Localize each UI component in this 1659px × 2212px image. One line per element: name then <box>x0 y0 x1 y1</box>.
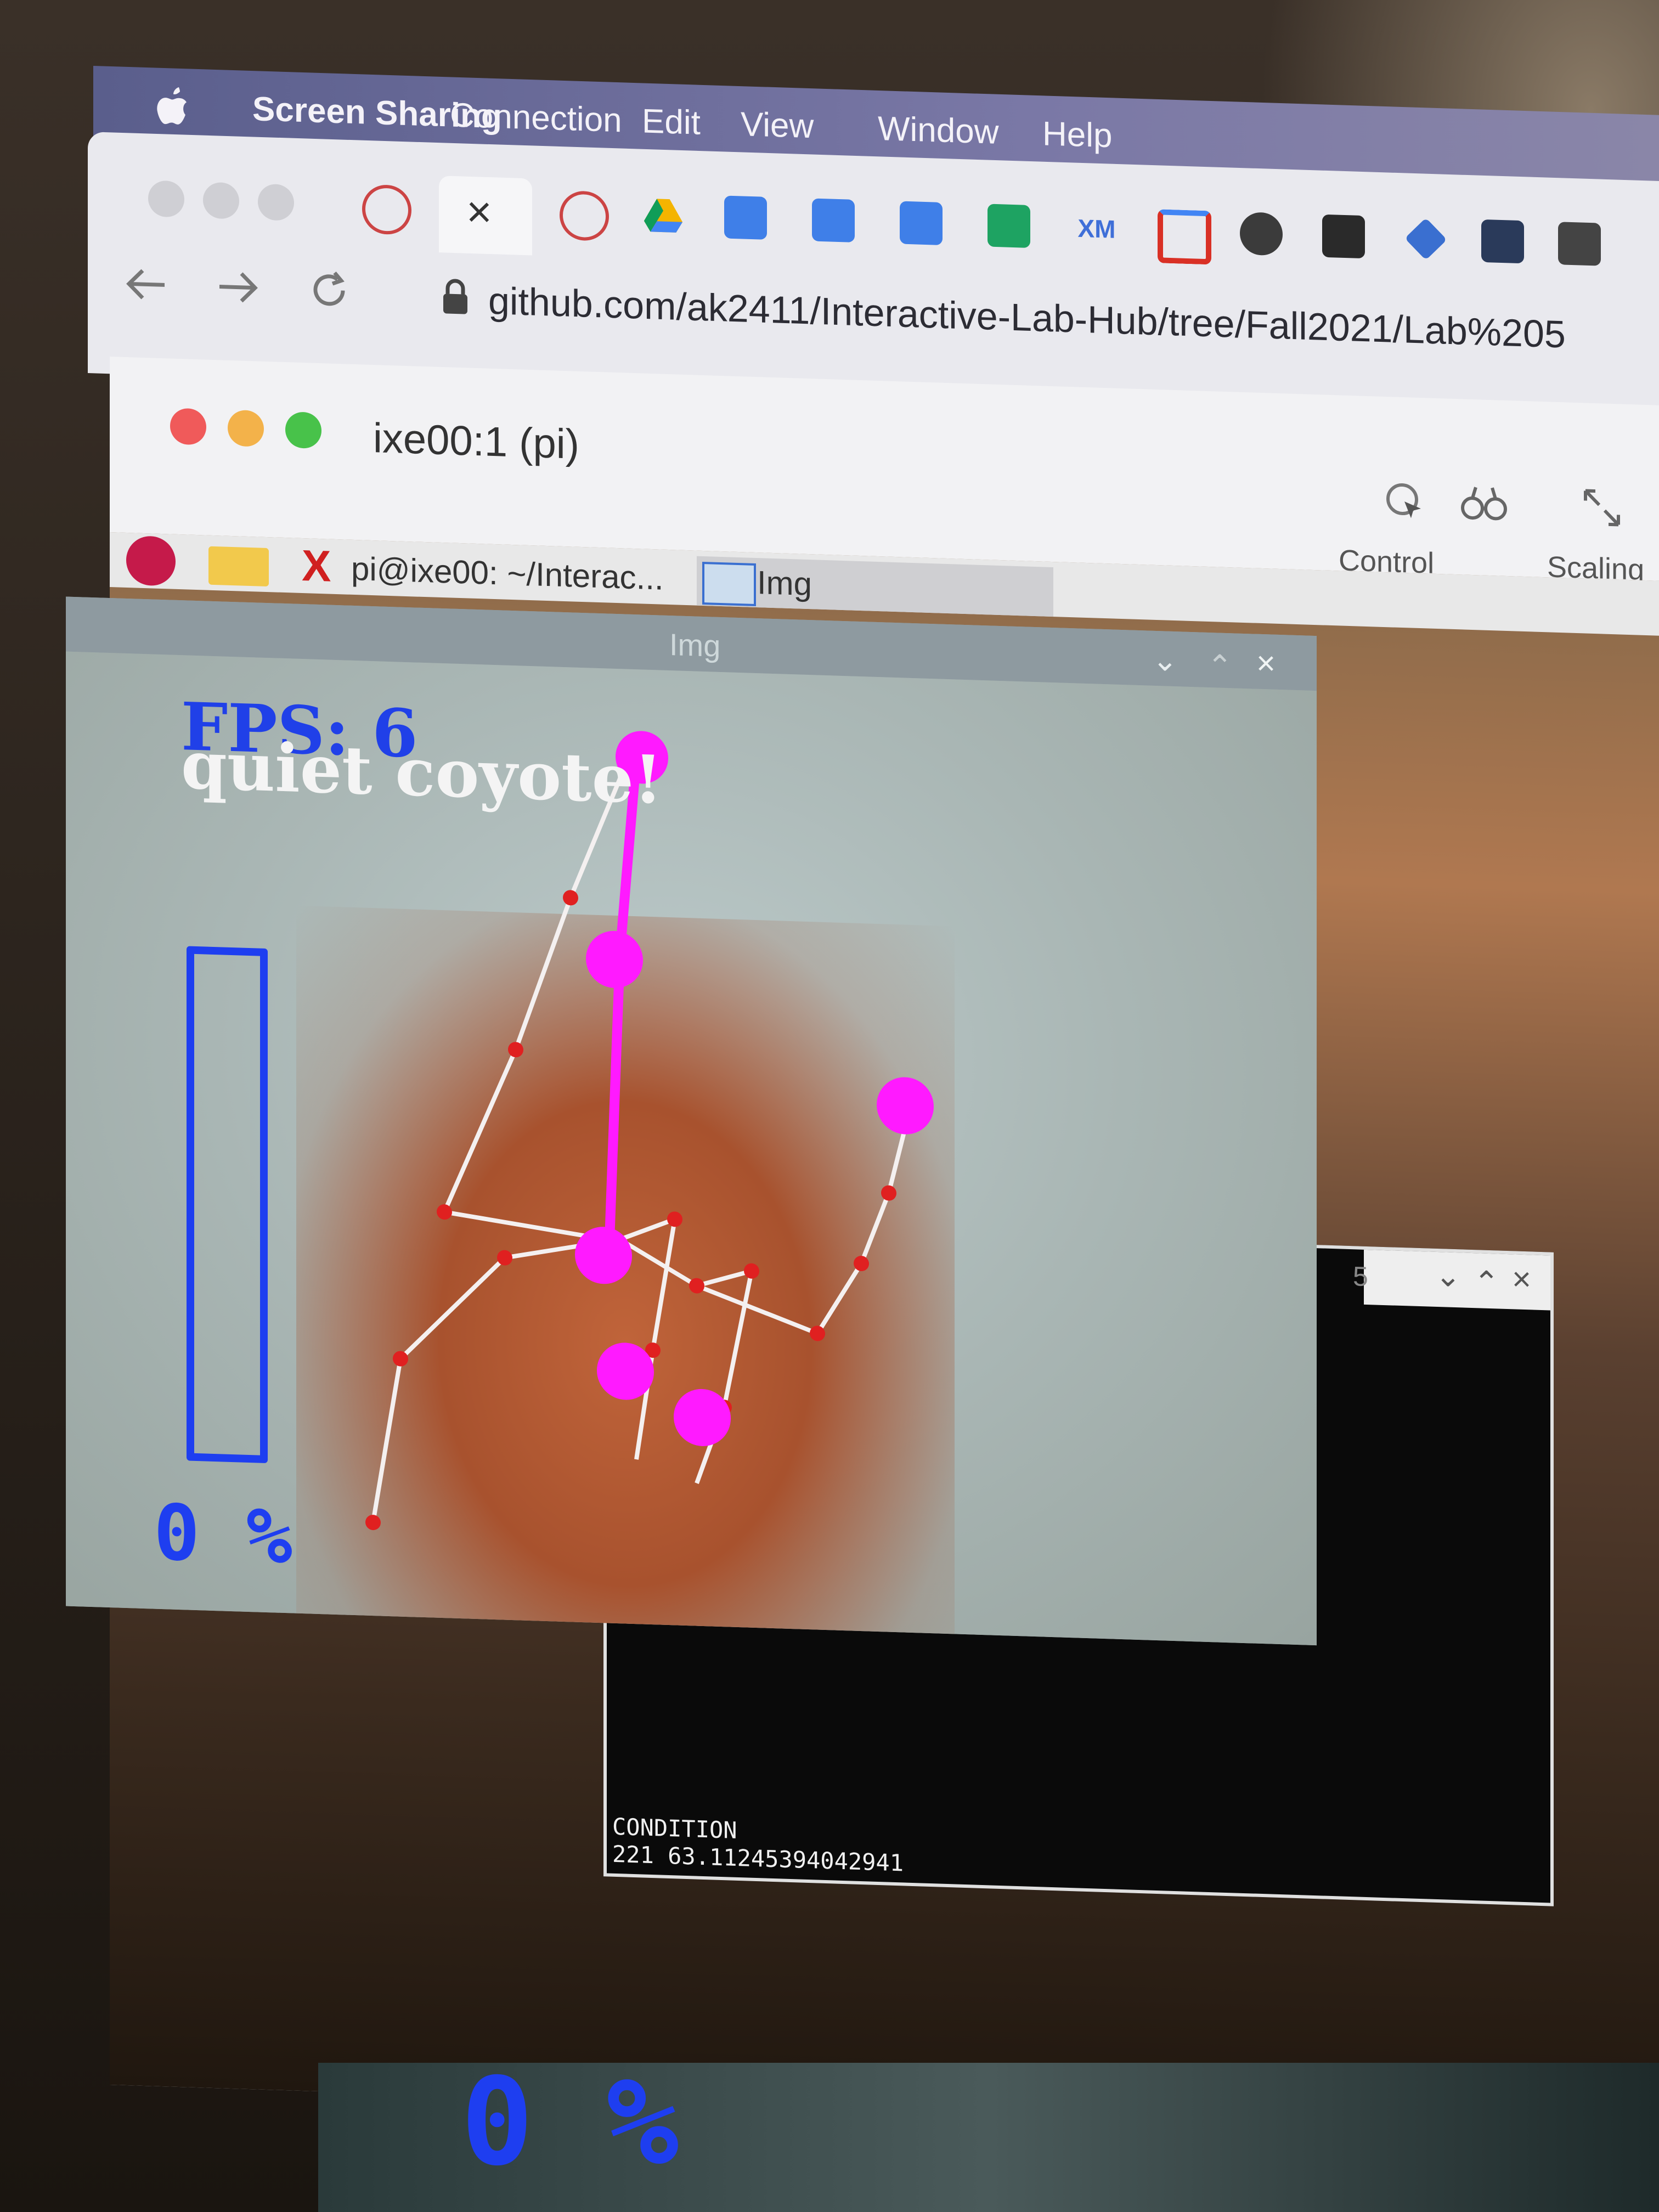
taskbar-terminal-item[interactable]: pi@ixe00: ~/Interac... <box>351 550 664 597</box>
chevron-up-icon[interactable]: ⌃ <box>1207 648 1233 685</box>
close-icon[interactable]: × <box>1512 1260 1531 1298</box>
img-window-title: Img <box>669 627 721 663</box>
address-bar[interactable]: github.com/ak2411/Interactive-Lab-Hub/tr… <box>395 254 1659 377</box>
pocket-icon[interactable] <box>362 184 411 235</box>
browser-minimize-dot[interactable] <box>203 182 239 219</box>
google-docs-icon[interactable] <box>900 201 943 245</box>
tab-active[interactable]: × <box>439 176 532 256</box>
folder-icon[interactable] <box>208 546 269 587</box>
volume-percent: 0 % <box>154 1488 292 1582</box>
terminal-titlebar: 5 ⌄ ⌃ × <box>1353 1249 1550 1311</box>
google-docs-icon[interactable] <box>724 195 767 240</box>
vnc-window-title: ixe00:1 (pi) <box>373 415 579 468</box>
binoculars-icon[interactable] <box>1459 481 1509 527</box>
forward-arrow-icon[interactable] <box>214 267 263 307</box>
scaling-arrows-icon[interactable] <box>1580 485 1624 531</box>
app-icon[interactable] <box>1240 211 1283 256</box>
google-docs-icon[interactable] <box>812 198 855 242</box>
raspberry-pi-menu-icon[interactable] <box>126 535 176 586</box>
index-finger-highlight <box>604 757 641 1256</box>
close-icon[interactable]: × <box>466 187 492 238</box>
gmail-icon[interactable] <box>1158 209 1211 265</box>
bottom-volume-percent: 0 % <box>461 2052 679 2192</box>
img-window[interactable]: Img ⌄ ⌃ × FPS: 6 quiet coyote! 0 % <box>66 596 1317 1646</box>
google-sheets-icon[interactable] <box>988 204 1030 248</box>
terminal-line: CONDITION <box>612 1813 737 1844</box>
landmark-skeleton <box>371 777 907 1523</box>
remote-desktop: X pi@ixe00: ~/Interac... Img 5 ⌄ ⌃ × CON… <box>66 532 1659 2134</box>
vnc-zoom-dot[interactable] <box>285 411 321 449</box>
taskbar-img-item[interactable]: Img <box>697 556 1053 617</box>
screen-sharing-window: ixe00:1 (pi) Control Scaling X pi@ixe00:… <box>66 357 1659 2134</box>
menu-edit[interactable]: Edit <box>642 101 701 142</box>
camera-feed: FPS: 6 quiet coyote! 0 % <box>66 651 1317 1646</box>
menu-connection[interactable]: Connection <box>450 95 622 140</box>
menu-help[interactable]: Help <box>1042 114 1113 155</box>
chevron-up-icon[interactable]: ⌃ <box>1474 1264 1499 1301</box>
browser-close-dot[interactable] <box>148 180 184 218</box>
vnc-close-dot[interactable] <box>170 408 206 445</box>
layers-icon[interactable] <box>1404 218 1447 261</box>
vnc-minimize-dot[interactable] <box>228 409 264 447</box>
app-icon[interactable] <box>1322 214 1365 259</box>
browser-zoom-dot[interactable] <box>258 183 294 221</box>
control-pointer-icon[interactable] <box>1383 479 1426 524</box>
close-icon[interactable]: × <box>1256 644 1276 682</box>
xm-icon[interactable]: XM <box>1075 207 1118 251</box>
terminal-line: 221 63.11245394042941 <box>612 1840 904 1877</box>
reload-icon[interactable] <box>307 268 351 313</box>
pocket-icon[interactable] <box>560 190 609 241</box>
chevron-down-icon[interactable]: ⌄ <box>1435 1257 1461 1294</box>
gesture-label: quiet coyote! <box>181 726 663 819</box>
back-arrow-icon[interactable] <box>121 264 170 304</box>
volume-bar <box>187 946 268 1464</box>
taskbar-img-label: Img <box>757 564 812 603</box>
menu-window[interactable]: Window <box>878 109 999 152</box>
chevron-down-icon[interactable]: ⌄ <box>1152 642 1178 679</box>
lock-icon <box>443 279 467 314</box>
google-drive-icon[interactable] <box>642 193 685 237</box>
apple-icon[interactable] <box>154 83 192 128</box>
terminal-title-number: 5 <box>1353 1261 1368 1293</box>
app-icon[interactable] <box>1558 222 1601 266</box>
app-icon[interactable] <box>1481 219 1524 264</box>
url-text[interactable]: github.com/ak2411/Interactive-Lab-Hub/tr… <box>488 279 1566 357</box>
menu-view[interactable]: View <box>741 105 814 146</box>
terminal-x-icon[interactable]: X <box>302 541 346 591</box>
window-icon <box>702 561 756 607</box>
